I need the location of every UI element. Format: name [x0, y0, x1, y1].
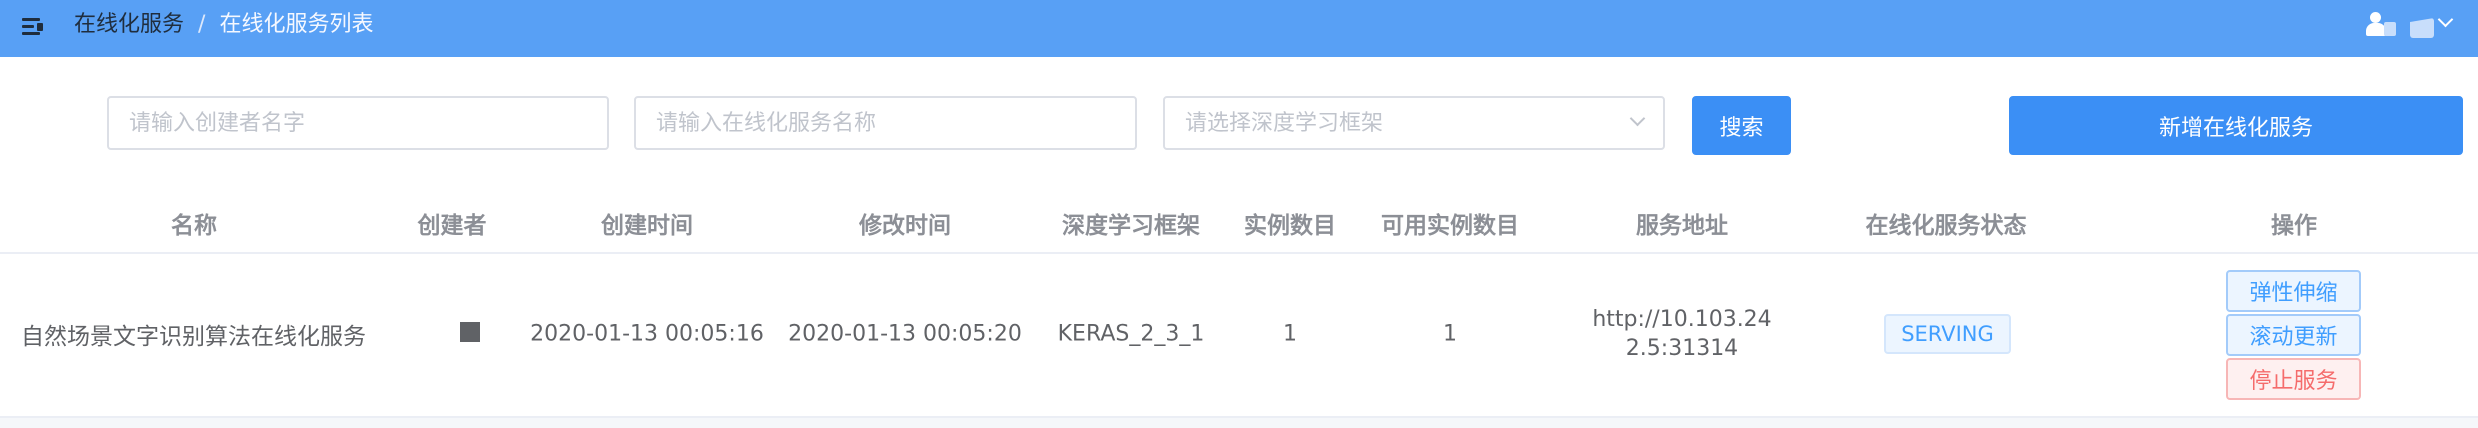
column-header-actions: 操作 [2271, 213, 2317, 239]
chevron-down-icon [2437, 11, 2454, 28]
cell-framework: KERAS_2_3_1 [1057, 321, 1205, 347]
breadcrumb: 在线化服务 / 在线化服务列表 [74, 9, 373, 41]
framework-select-input[interactable] [1165, 98, 1663, 148]
cell-modified-time: 2020-01-13 00:05:20 [788, 321, 1022, 347]
breadcrumb-item-service-list: 在线化服务列表 [219, 12, 374, 37]
creator-search-field[interactable] [107, 96, 609, 150]
stop-service-button[interactable]: 停止服务 [2226, 358, 2361, 400]
user-area [2366, 11, 2460, 38]
cell-available-instances: 1 [1443, 321, 1457, 347]
framework-select[interactable] [1163, 96, 1665, 150]
column-header-instances: 实例数目 [1244, 213, 1336, 239]
add-online-service-button[interactable]: 新增在线化服务 [2009, 96, 2463, 155]
search-button[interactable]: 搜索 [1692, 96, 1791, 155]
cell-created-time: 2020-01-13 00:05:16 [530, 321, 764, 347]
cell-service-name: 自然场景文字识别算法在线化服务 [21, 324, 366, 350]
column-header-created-time: 创建时间 [601, 213, 693, 239]
column-header-framework: 深度学习框架 [1062, 213, 1200, 239]
avatar [2410, 18, 2434, 38]
rolling-update-button[interactable]: 滚动更新 [2226, 314, 2361, 356]
service-name-search-input[interactable] [636, 98, 1135, 148]
column-header-available-instances: 可用实例数目 [1381, 213, 1519, 239]
autoscale-button[interactable]: 弹性伸缩 [2226, 270, 2361, 312]
cell-service-address: http://10.103.242.5:31314 [1592, 307, 1772, 361]
creator-avatar-icon [460, 322, 480, 342]
breadcrumb-item-online-service[interactable]: 在线化服务 [74, 9, 184, 41]
column-header-name: 名称 [171, 213, 217, 239]
column-header-creator: 创建者 [417, 213, 487, 239]
column-header-address: 服务地址 [1636, 213, 1728, 239]
column-header-modified-time: 修改时间 [859, 213, 951, 239]
menu-fold-icon[interactable] [22, 16, 46, 38]
table-next-row [0, 418, 2478, 428]
column-header-status: 在线化服务状态 [1865, 213, 2027, 239]
creator-search-input[interactable] [109, 98, 607, 148]
status-badge: SERVING [1884, 314, 2011, 354]
table-header-divider [0, 252, 2478, 254]
user-icon[interactable] [2366, 12, 2400, 38]
cell-instances: 1 [1283, 321, 1297, 347]
user-dropdown[interactable] [2410, 11, 2460, 38]
service-name-search-field[interactable] [634, 96, 1137, 150]
top-navbar: 在线化服务 / 在线化服务列表 [0, 0, 2478, 57]
breadcrumb-separator: / [198, 12, 206, 37]
